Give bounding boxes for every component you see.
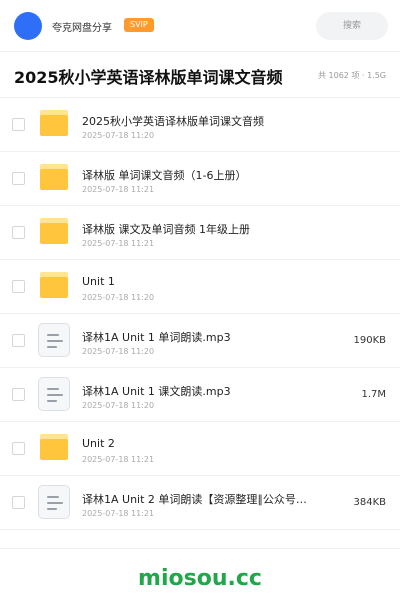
- select-checkbox[interactable]: [12, 442, 25, 455]
- item-name: 译林1A Unit 1 单词朗读.mp3: [82, 331, 231, 344]
- list-item[interactable]: Unit 1 2025-07-18 11:20: [0, 260, 400, 314]
- item-name: 译林1A Unit 1 课文朗读.mp3: [82, 385, 231, 398]
- list-item[interactable]: 2025秋小学英语译林版单词课文音频 2025-07-18 11:20: [0, 98, 400, 152]
- item-date: 2025-07-18 11:21: [82, 455, 155, 464]
- item-date: 2025-07-18 11:20: [82, 401, 155, 410]
- list-item[interactable]: 译林1A Unit 1 课文朗读.mp3 2025-07-18 11:20 1.…: [0, 368, 400, 422]
- folder-icon: [40, 218, 68, 244]
- item-date: 2025-07-18 11:20: [82, 131, 155, 140]
- list-item[interactable]: 译林1A Unit 1 单词朗读.mp3 2025-07-18 11:20 19…: [0, 314, 400, 368]
- item-size: 384KB: [353, 497, 386, 508]
- item-name: Unit 1: [82, 275, 115, 288]
- header: 夸克网盘分享 SVIP 搜索: [0, 0, 400, 52]
- list-item[interactable]: 译林1A Unit 2 单词朗读【资源整理∥公众号… 2025-07-18 11…: [0, 476, 400, 530]
- folder-stats: 共 1062 项 · 1.5G: [318, 71, 386, 80]
- folder-icon: [40, 434, 68, 460]
- watermark: miosou.cc: [138, 566, 262, 591]
- title-bar: 2025秋小学英语译林版单词课文音频 共 1062 项 · 1.5G: [0, 52, 400, 98]
- folder-icon: [40, 164, 68, 190]
- folder-icon: [40, 272, 68, 298]
- item-size: 190KB: [353, 335, 386, 346]
- list-item[interactable]: Unit 2 2025-07-18 11:21: [0, 422, 400, 476]
- audio-file-icon: [38, 377, 70, 411]
- folder-title: 2025秋小学英语译林版单词课文音频: [14, 68, 283, 87]
- item-date: 2025-07-18 11:21: [82, 509, 155, 518]
- item-date: 2025-07-18 11:21: [82, 185, 155, 194]
- item-name: Unit 2: [82, 437, 115, 450]
- select-checkbox[interactable]: [12, 334, 25, 347]
- select-checkbox[interactable]: [12, 280, 25, 293]
- list-item[interactable]: 译林版 课文及单词音频 1年级上册 2025-07-18 11:21: [0, 206, 400, 260]
- item-name: 译林版 课文及单词音频 1年级上册: [82, 223, 250, 236]
- audio-file-icon: [38, 485, 70, 519]
- item-date: 2025-07-18 11:21: [82, 239, 155, 248]
- folder-icon: [40, 110, 68, 136]
- file-list: 2025秋小学英语译林版单词课文音频 2025-07-18 11:20 译林版 …: [0, 98, 400, 530]
- item-size: 1.7M: [361, 389, 386, 400]
- item-date: 2025-07-18 11:20: [82, 293, 155, 302]
- select-checkbox[interactable]: [12, 118, 25, 131]
- search-button[interactable]: 搜索: [316, 12, 388, 40]
- select-checkbox[interactable]: [12, 496, 25, 509]
- item-name: 译林版 单词课文音频（1-6上册）: [82, 169, 247, 182]
- select-checkbox[interactable]: [12, 226, 25, 239]
- audio-file-icon: [38, 323, 70, 357]
- brand-name: 夸克网盘分享: [52, 23, 112, 34]
- list-item[interactable]: 译林版 单词课文音频（1-6上册） 2025-07-18 11:21: [0, 152, 400, 206]
- avatar[interactable]: [14, 12, 42, 40]
- item-name: 译林1A Unit 2 单词朗读【资源整理∥公众号…: [82, 493, 307, 506]
- item-date: 2025-07-18 11:20: [82, 347, 155, 356]
- item-name: 2025秋小学英语译林版单词课文音频: [82, 115, 264, 128]
- select-checkbox[interactable]: [12, 388, 25, 401]
- svip-badge: SVIP: [124, 18, 154, 32]
- select-checkbox[interactable]: [12, 172, 25, 185]
